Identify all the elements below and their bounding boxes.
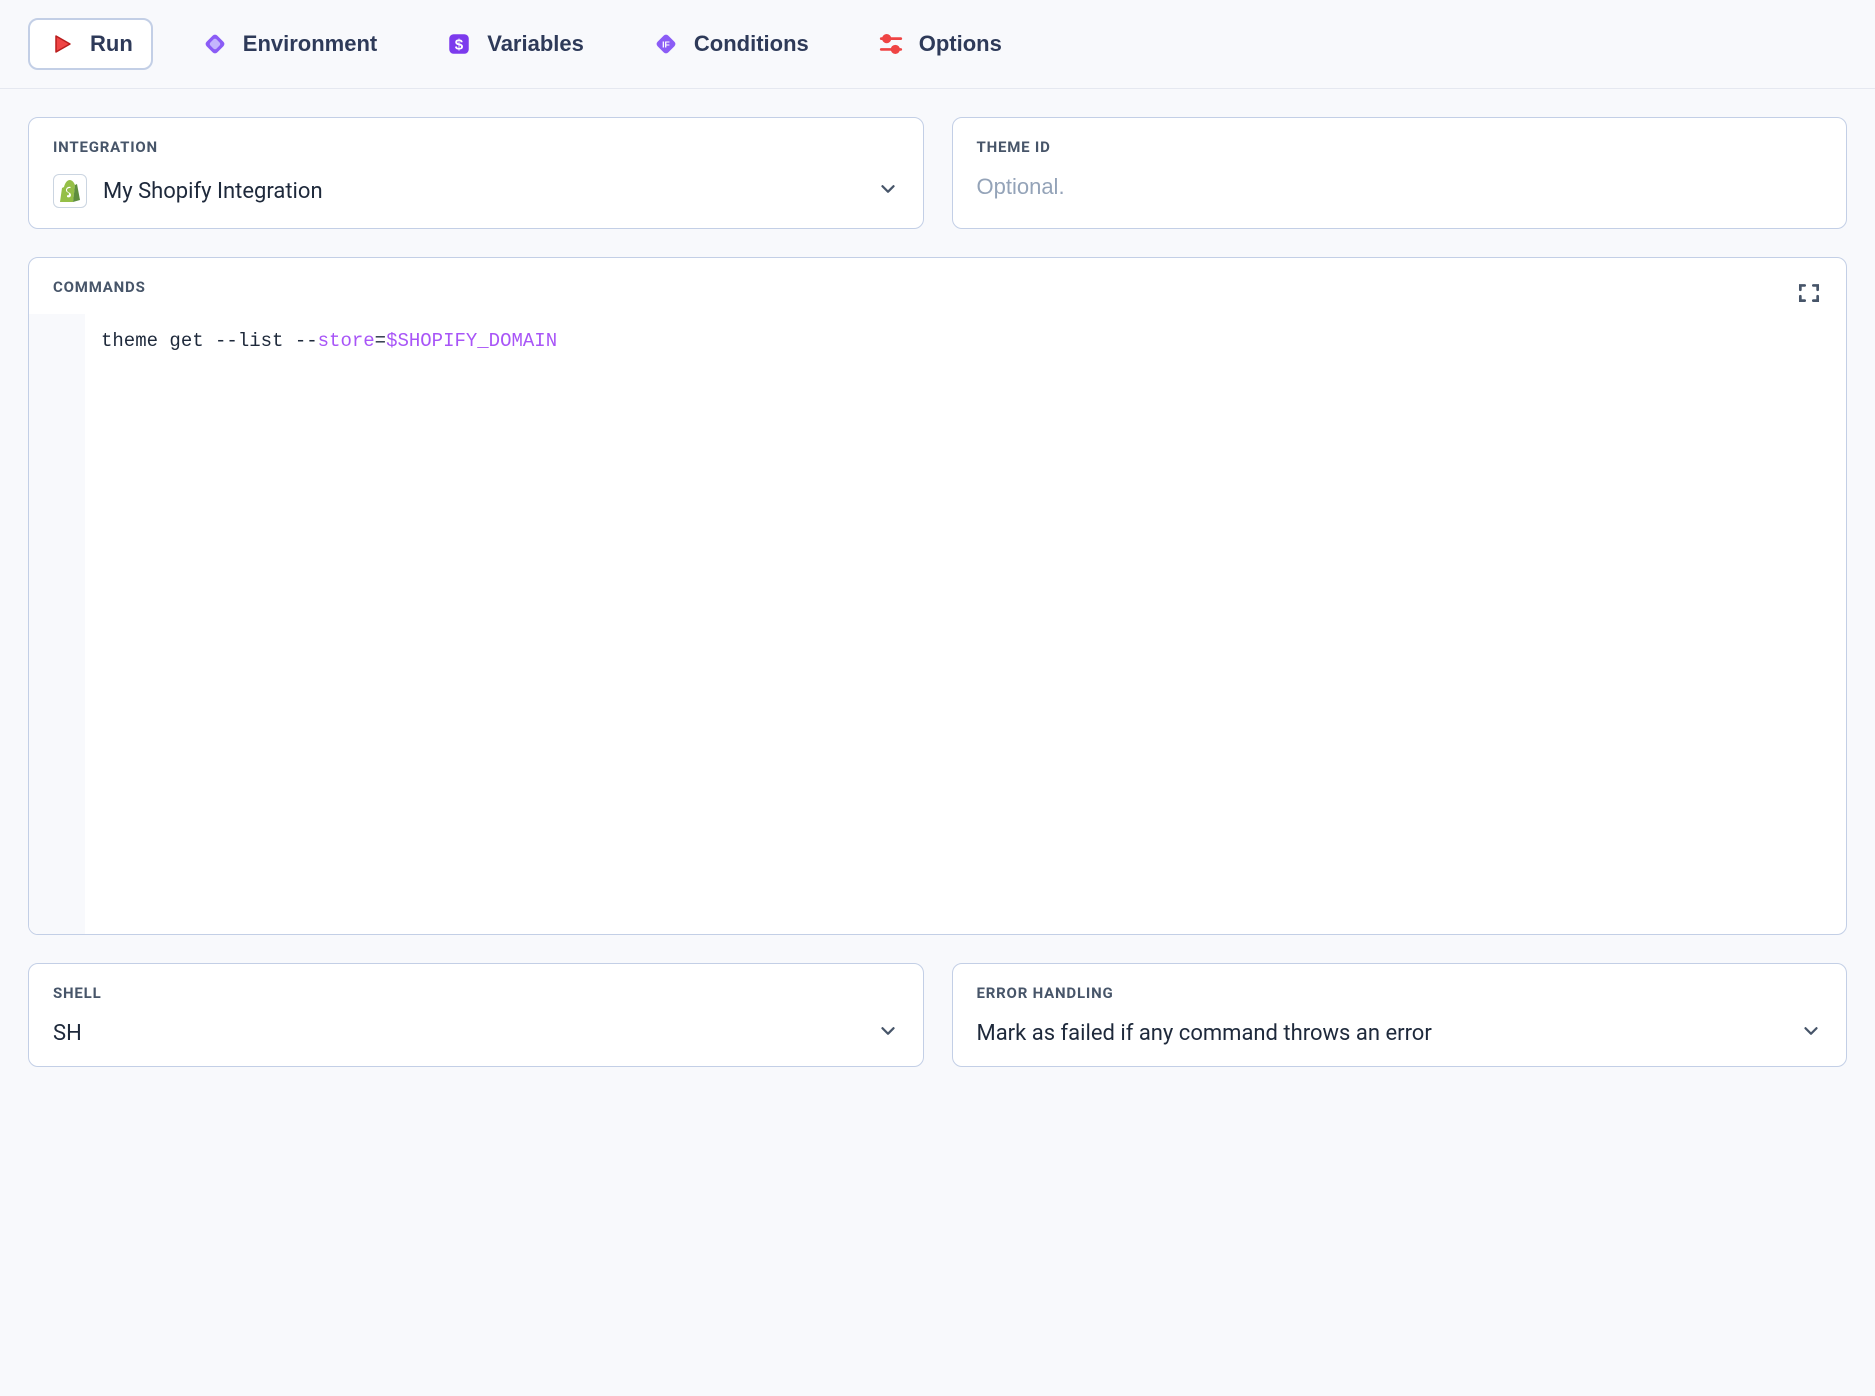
if-diamond-icon: IF — [652, 30, 680, 58]
theme-id-input[interactable] — [977, 174, 1823, 200]
tab-options[interactable]: Options — [857, 18, 1022, 70]
chevron-down-icon — [877, 178, 899, 204]
shell-select[interactable]: SH — [53, 1020, 899, 1046]
sliders-icon — [877, 30, 905, 58]
tab-environment[interactable]: Environment — [181, 18, 397, 70]
shopify-icon — [53, 174, 87, 208]
integration-value: My Shopify Integration — [103, 179, 323, 204]
toolbar: Run Environment $ Variables IF Condition… — [0, 0, 1875, 89]
shell-value: SH — [53, 1021, 82, 1046]
code-body[interactable]: theme get --list --store=$SHOPIFY_DOMAIN — [85, 314, 1846, 934]
tab-label: Options — [919, 31, 1002, 57]
tab-conditions[interactable]: IF Conditions — [632, 18, 829, 70]
dollar-box-icon: $ — [445, 30, 473, 58]
play-icon — [48, 30, 76, 58]
chevron-down-icon — [1800, 1020, 1822, 1046]
expand-button[interactable] — [1792, 276, 1826, 313]
integration-select[interactable]: My Shopify Integration — [53, 174, 899, 208]
tab-label: Environment — [243, 31, 377, 57]
tab-run[interactable]: Run — [28, 18, 153, 70]
commands-card: COMMANDS theme get --list --store=$SHOPI… — [28, 257, 1847, 935]
integration-card: INTEGRATION My Shopify Integration — [28, 117, 924, 229]
error-handling-card: ERROR HANDLING Mark as failed if any com… — [952, 963, 1848, 1067]
content-area: INTEGRATION My Shopify Integration — [0, 89, 1875, 1095]
expand-icon — [1796, 294, 1822, 309]
tab-variables[interactable]: $ Variables — [425, 18, 604, 70]
commands-label: COMMANDS — [53, 278, 146, 296]
line-gutter — [29, 314, 85, 934]
diamond-icon — [201, 30, 229, 58]
tab-label: Variables — [487, 31, 584, 57]
tab-label: Conditions — [694, 31, 809, 57]
error-handling-label: ERROR HANDLING — [977, 984, 1823, 1002]
tab-label: Run — [90, 31, 133, 57]
error-handling-select[interactable]: Mark as failed if any command throws an … — [977, 1020, 1823, 1046]
theme-id-card: THEME ID — [952, 117, 1848, 229]
error-handling-value: Mark as failed if any command throws an … — [977, 1021, 1432, 1046]
shell-label: SHELL — [53, 984, 899, 1002]
theme-id-label: THEME ID — [977, 138, 1823, 156]
code-editor[interactable]: theme get --list --store=$SHOPIFY_DOMAIN — [29, 314, 1846, 934]
svg-text:IF: IF — [662, 39, 670, 49]
shell-card: SHELL SH — [28, 963, 924, 1067]
integration-label: INTEGRATION — [53, 138, 899, 156]
chevron-down-icon — [877, 1020, 899, 1046]
svg-text:$: $ — [455, 36, 464, 53]
